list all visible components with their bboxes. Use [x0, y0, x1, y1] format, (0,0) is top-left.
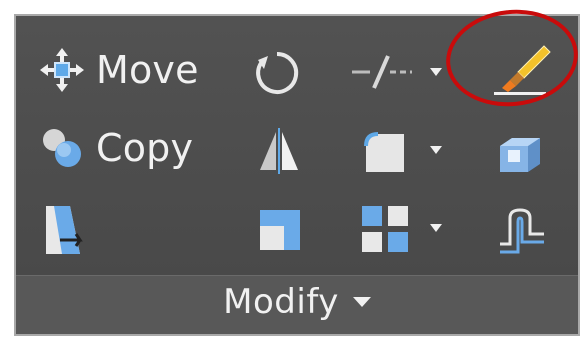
- copy-icon: [43, 129, 81, 167]
- array-icon[interactable]: [358, 202, 412, 256]
- fillet-dropdown-arrow[interactable]: [430, 146, 442, 154]
- move-label: Move: [96, 48, 199, 92]
- stretch-icon[interactable]: [40, 202, 92, 260]
- panel-expand-caret[interactable]: [352, 296, 371, 307]
- move-button[interactable]: Move: [38, 46, 199, 94]
- move-icon: [40, 48, 84, 92]
- fillet-icon[interactable]: [358, 126, 412, 176]
- trim-dropdown-arrow[interactable]: [430, 68, 442, 76]
- rotate-icon[interactable]: [252, 48, 302, 98]
- screenshot-frame: Move Copy Modify: [0, 0, 587, 342]
- scale-icon[interactable]: [256, 206, 304, 254]
- panel-title: Modify: [16, 282, 578, 322]
- copy-button[interactable]: Copy: [38, 124, 193, 172]
- panel-title-text: Modify: [223, 282, 339, 322]
- array-dropdown-arrow[interactable]: [430, 224, 442, 232]
- mirror-icon[interactable]: [254, 126, 304, 176]
- trim-icon[interactable]: [350, 52, 414, 92]
- copy-label: Copy: [96, 126, 194, 170]
- panel-title-bar[interactable]: Modify: [16, 275, 578, 334]
- offset-icon[interactable]: [494, 204, 550, 256]
- solid-editing-icon[interactable]: [492, 126, 548, 176]
